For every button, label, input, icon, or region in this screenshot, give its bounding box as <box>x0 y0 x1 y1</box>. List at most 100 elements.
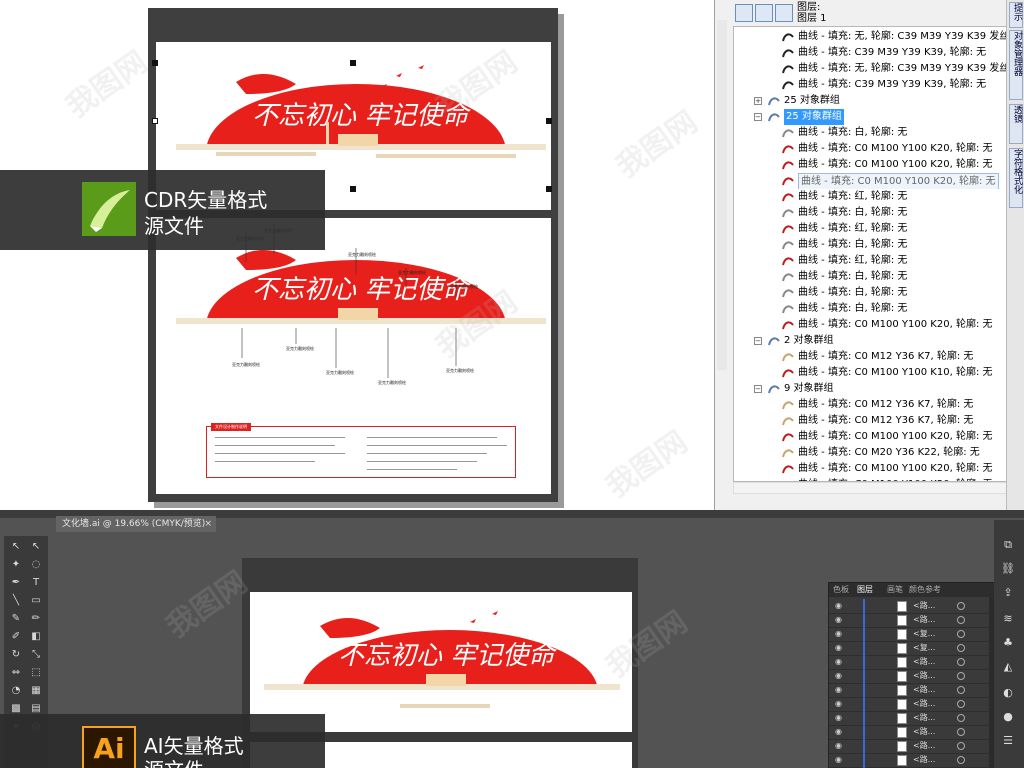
appearance-icon[interactable]: ◐ <box>1001 686 1015 700</box>
target-circle-icon[interactable] <box>957 672 965 680</box>
object-curve-row[interactable]: 曲线 - 填充: 白, 轮廓: 无 <box>734 269 1008 285</box>
layer-row[interactable]: ◉ <路... <box>829 683 989 698</box>
paintbrush-tool-icon[interactable]: ✎ <box>8 612 24 626</box>
tab-brushes[interactable]: 画笔 <box>887 584 903 596</box>
visibility-eye-icon[interactable]: ◉ <box>835 755 845 764</box>
symbols-icon[interactable]: ♣ <box>1001 636 1015 650</box>
visibility-eye-icon[interactable]: ◉ <box>835 643 845 652</box>
layer-manager-view-icon[interactable] <box>775 4 793 22</box>
visibility-eye-icon[interactable]: ◉ <box>835 601 845 610</box>
collapse-icon[interactable]: − <box>754 113 762 121</box>
expand-icon[interactable]: + <box>754 97 762 105</box>
show-properties-icon[interactable] <box>735 4 753 22</box>
side-tab-character-format[interactable]: 字符格式化 <box>1009 148 1023 208</box>
direct-selection-tool-icon[interactable]: ↖ <box>28 540 44 554</box>
cdr-page-2[interactable]: 不忘初心 牢记使命 亚克力雕刻喷绘 亚克力雕刻喷绘 亚克力雕刻喷绘 亚克力雕刻喷… <box>156 218 551 494</box>
layer-row[interactable]: ◉ <复... <box>829 627 989 642</box>
pen-tool-icon[interactable]: ✒ <box>8 576 24 590</box>
selection-handle[interactable] <box>546 186 552 192</box>
pencil-tool-icon[interactable]: ✏ <box>28 612 44 626</box>
blob-brush-tool-icon[interactable]: ✐ <box>8 630 24 644</box>
document-tab[interactable]: 文化墙.ai @ 19.66% (CMYK/预览) × <box>56 516 216 532</box>
visibility-eye-icon[interactable]: ◉ <box>835 685 845 694</box>
object-curve-row[interactable]: 曲线 - 填充: 红, 轮廓: 无 <box>734 253 1008 269</box>
selection-tool-icon[interactable]: ↖ <box>8 540 24 554</box>
object-curve-row[interactable]: 曲线 - 填充: C0 M100 Y100 K20, 轮廓: 无 <box>734 141 1008 157</box>
object-curve-row[interactable]: 曲线 - 填充: C0 M100 Y100 K20, 轮廓: 无 <box>734 317 1008 333</box>
visibility-eye-icon[interactable]: ◉ <box>835 741 845 750</box>
close-tab-icon[interactable]: × <box>204 516 212 532</box>
free-transform-tool-icon[interactable]: ⬚ <box>28 666 44 680</box>
target-circle-icon[interactable] <box>957 686 965 694</box>
export-icon[interactable]: ⇪ <box>1001 586 1015 600</box>
collapse-icon[interactable]: − <box>754 385 762 393</box>
selection-handle[interactable] <box>152 60 158 66</box>
object-curve-row[interactable]: 曲线 - 填充: 红, 轮廓: 无 <box>734 221 1008 237</box>
object-curve-row[interactable]: 曲线 - 填充: C0 M100 Y100 K10, 轮廓: 无 <box>734 365 1008 381</box>
object-curve-row[interactable]: 曲线 - 填充: 白, 轮廓: 无 <box>734 205 1008 221</box>
magic-wand-tool-icon[interactable]: ✦ <box>8 558 24 572</box>
layer-row[interactable]: ◉ <路... <box>829 655 989 670</box>
width-tool-icon[interactable]: ⇔ <box>8 666 24 680</box>
scale-tool-icon[interactable]: ⤡ <box>28 648 44 662</box>
target-circle-icon[interactable] <box>957 602 965 610</box>
artboards-icon[interactable]: ⧉ <box>1001 538 1015 552</box>
target-circle-icon[interactable] <box>957 728 965 736</box>
visibility-eye-icon[interactable]: ◉ <box>835 727 845 736</box>
tab-swatches[interactable]: 色板 <box>833 584 849 596</box>
side-tab-lens[interactable]: 透镜 <box>1009 104 1023 144</box>
object-curve-row[interactable]: 曲线 - 填充: 白, 轮廓: 无 <box>734 301 1008 317</box>
target-circle-icon[interactable] <box>957 714 965 722</box>
side-tab-object-manager[interactable]: 对象管理器 <box>1009 30 1023 100</box>
layer-row[interactable]: ◉ <路... <box>829 669 989 684</box>
line-tool-icon[interactable]: ╲ <box>8 594 24 608</box>
visibility-eye-icon[interactable]: ◉ <box>835 657 845 666</box>
selection-handle[interactable] <box>152 118 158 124</box>
rectangle-tool-icon[interactable]: ▭ <box>28 594 44 608</box>
gradient-icon[interactable]: ◭ <box>1001 660 1015 674</box>
layer-row[interactable]: ◉ <路... <box>829 613 989 628</box>
target-circle-icon[interactable] <box>957 616 965 624</box>
layer-row[interactable]: ◉ <路... <box>829 599 989 614</box>
target-circle-icon[interactable] <box>957 742 965 750</box>
object-tree-hscroll[interactable] <box>733 482 1009 494</box>
layer-row[interactable]: ◉ <路... <box>829 697 989 712</box>
object-curve-row[interactable]: 曲线 - 填充: C0 M12 Y36 K7, 轮廓: 无 <box>734 413 1008 429</box>
target-circle-icon[interactable] <box>957 644 965 652</box>
object-curve-row[interactable]: 曲线 - 填充: C0 M12 Y36 K7, 轮廓: 无 <box>734 349 1008 365</box>
visibility-eye-icon[interactable]: ◉ <box>835 671 845 680</box>
shape-builder-tool-icon[interactable]: ◔ <box>8 684 24 698</box>
layer-row[interactable]: ◉ <复... <box>829 641 989 656</box>
layer-row[interactable]: ◉ <路... <box>829 739 989 754</box>
visibility-eye-icon[interactable]: ◉ <box>835 629 845 638</box>
object-curve-row[interactable]: 曲线 - 填充: C0 M100 Y100 K20, 轮廓: 无 <box>734 429 1008 445</box>
target-circle-icon[interactable] <box>957 658 965 666</box>
layer-row[interactable]: ◉ <路... <box>829 753 989 768</box>
object-curve-row[interactable]: 曲线 - 填充: C0 M12 Y36 K7, 轮廓: 无 <box>734 397 1008 413</box>
align-icon[interactable]: ☰ <box>1001 734 1015 748</box>
tab-layers[interactable]: 图层 <box>857 584 873 596</box>
collapse-icon[interactable]: − <box>754 337 762 345</box>
ai-artboard[interactable]: 不忘初心 牢记使命 <box>250 592 632 754</box>
object-tree[interactable]: 曲线 - 填充: 无, 轮廓: C39 M39 Y39 K39 发丝 曲线 - 填… <box>733 26 1009 482</box>
object-group-row[interactable]: +25 对象群组 <box>734 93 1008 109</box>
object-group-row[interactable]: − 25 对象群组 <box>734 109 1008 125</box>
object-curve-row[interactable]: 曲线 - 填充: C0 M100 Y100 K20, 轮廓: 无 <box>734 461 1008 477</box>
object-group-row[interactable]: − 9 对象群组 <box>734 381 1008 397</box>
object-curve-row[interactable]: 曲线 - 填充: C39 M39 Y39 K39, 轮廓: 无 <box>734 45 1008 61</box>
edit-across-layers-icon[interactable] <box>755 4 773 22</box>
object-curve-row[interactable]: 曲线 - 填充: 白, 轮廓: 无 <box>734 237 1008 253</box>
tab-color-guide[interactable]: 颜色参考 <box>909 584 941 596</box>
eraser-tool-icon[interactable]: ◧ <box>28 630 44 644</box>
object-curve-row[interactable]: 曲线 - 填充: C0 M100 Y100 K20, 轮廓: 无 <box>734 173 1008 189</box>
selection-handle[interactable] <box>546 118 552 124</box>
side-tab-hints[interactable]: 提示 <box>1009 2 1023 28</box>
selection-handle[interactable] <box>350 186 356 192</box>
object-curve-row[interactable]: 曲线 - 填充: C39 M39 Y39 K39, 轮廓: 无 <box>734 77 1008 93</box>
visibility-eye-icon[interactable]: ◉ <box>835 699 845 708</box>
visibility-eye-icon[interactable]: ◉ <box>835 615 845 624</box>
links-icon[interactable]: ⛓ <box>1001 562 1015 576</box>
layer-row[interactable]: ◉ <路... <box>829 711 989 726</box>
left-scrollbar[interactable] <box>717 20 727 370</box>
target-circle-icon[interactable] <box>957 630 965 638</box>
